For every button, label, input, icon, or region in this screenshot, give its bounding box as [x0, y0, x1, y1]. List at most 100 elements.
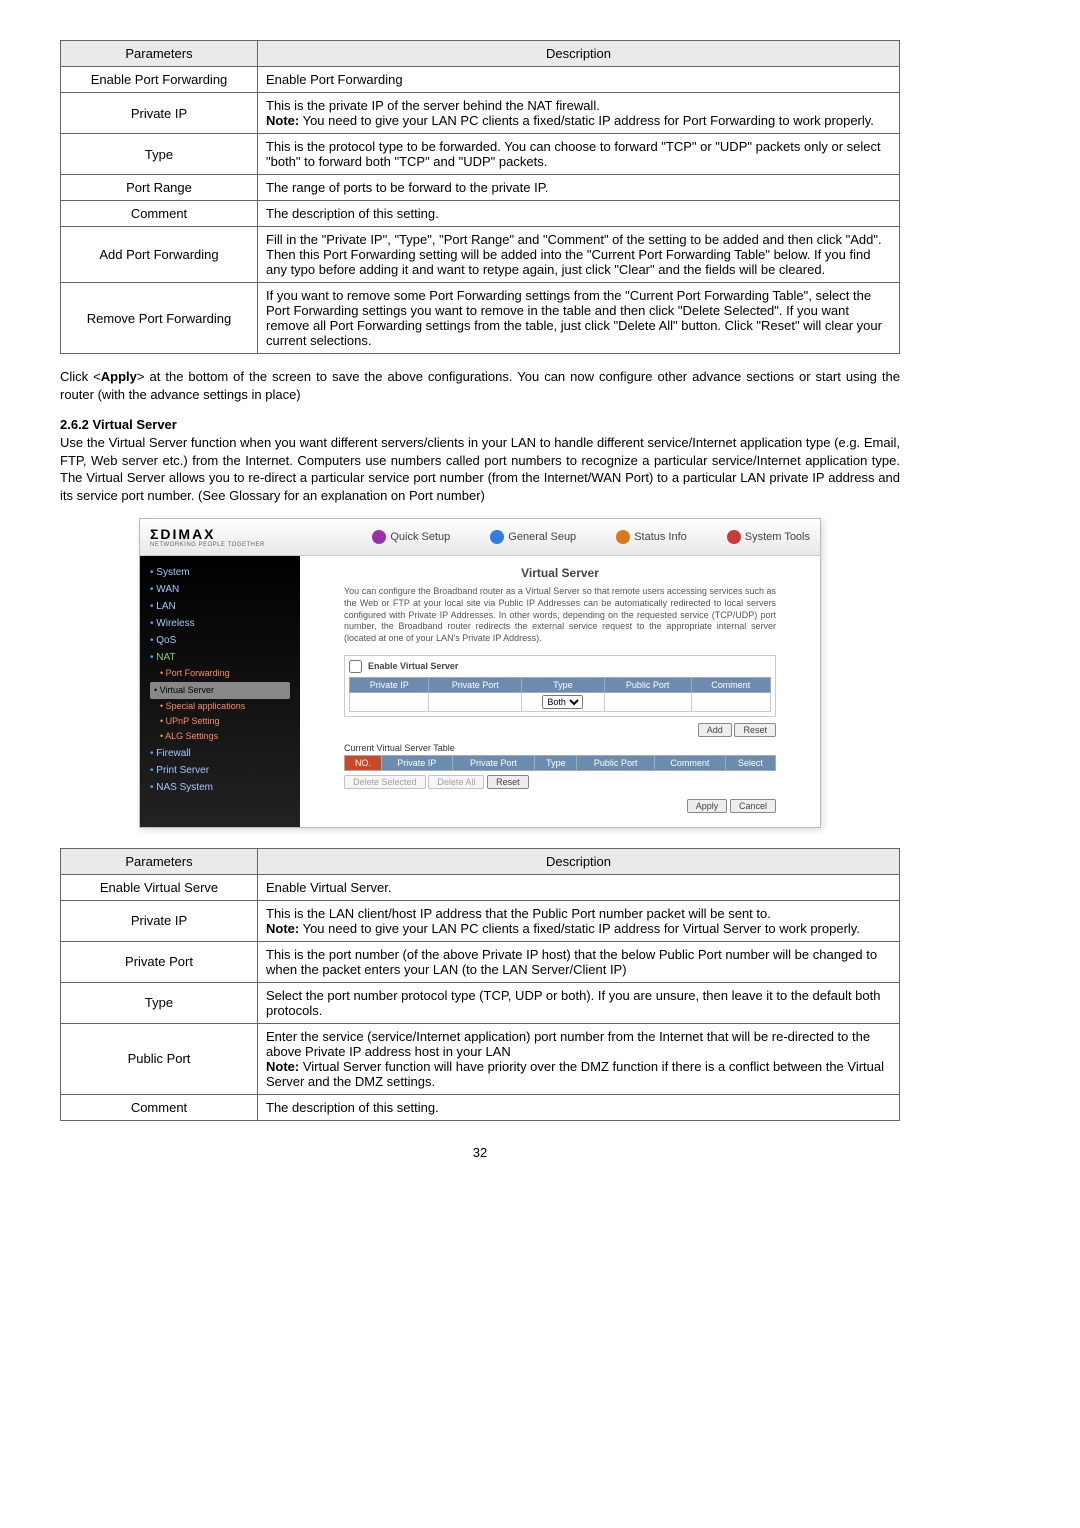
col-header: Private IP	[350, 677, 429, 692]
param-cell: Private Port	[61, 941, 258, 982]
input-private-port[interactable]	[429, 692, 522, 711]
enable-block: Enable Virtual Server Private IPPrivate …	[344, 655, 776, 717]
param-cell: Enable Port Forwarding	[61, 67, 258, 93]
router-ui-screenshot: ΣDIMAX NETWORKING PEOPLE TOGETHER Quick …	[139, 518, 821, 827]
desc-cell: This is the port number (of the above Pr…	[258, 941, 900, 982]
sidebar-subitem[interactable]: • Virtual Server	[150, 682, 290, 699]
add-button[interactable]: Add	[698, 723, 732, 737]
input-private-ip[interactable]	[350, 692, 429, 711]
input-comment[interactable]	[691, 692, 770, 711]
desc-cell: The description of this setting.	[258, 201, 900, 227]
col-header: Comment	[691, 677, 770, 692]
tab-icon	[727, 530, 741, 544]
col-header: Type	[535, 755, 577, 770]
router-main-panel: Virtual Server You can configure the Bro…	[300, 556, 820, 826]
col-header: NO.	[345, 755, 382, 770]
sidebar-item[interactable]: WAN	[150, 581, 290, 598]
router-logo-sub: NETWORKING PEOPLE TOGETHER	[150, 542, 265, 548]
param-cell: Remove Port Forwarding	[61, 283, 258, 354]
desc-cell: Enter the service (service/Internet appl…	[258, 1023, 900, 1094]
sidebar-item[interactable]: Firewall	[150, 745, 290, 762]
tab-label: Quick Setup	[390, 531, 450, 543]
router-logo: ΣDIMAX	[150, 526, 265, 542]
col-header: Private Port	[452, 755, 535, 770]
reset-button[interactable]: Reset	[734, 723, 776, 737]
param-cell: Port Range	[61, 175, 258, 201]
tab-icon	[616, 530, 630, 544]
desc-cell: Fill in the "Private IP", "Type", "Port …	[258, 227, 900, 283]
desc-cell: If you want to remove some Port Forwardi…	[258, 283, 900, 354]
desc-cell: The range of ports to be forward to the …	[258, 175, 900, 201]
delete-selected-button[interactable]: Delete Selected	[344, 775, 426, 789]
col-header: Comment	[654, 755, 725, 770]
current-table-title: Current Virtual Server Table	[344, 743, 776, 753]
col-header: Type	[522, 677, 605, 692]
param-cell: Comment	[61, 201, 258, 227]
type-select[interactable]: Both	[542, 695, 583, 709]
th-parameters: Parameters	[61, 41, 258, 67]
apply-text-tail: at the bottom of the screen to save the …	[60, 369, 900, 402]
new-entry-table: Private IPPrivate PortTypePublic PortCom…	[349, 677, 771, 712]
cancel-button[interactable]: Cancel	[730, 799, 776, 813]
param-cell: Add Port Forwarding	[61, 227, 258, 283]
enable-virtual-server-label: Enable Virtual Server	[368, 661, 458, 671]
desc-cell: The description of this setting.	[258, 1094, 900, 1120]
tab-label: Status Info	[634, 531, 687, 543]
tab-icon	[490, 530, 504, 544]
sidebar-subitem[interactable]: • UPnP Setting	[150, 714, 290, 729]
page-number: 32	[60, 1145, 900, 1160]
sidebar-item[interactable]: NAS System	[150, 779, 290, 796]
sidebar-item[interactable]: Wireless	[150, 615, 290, 632]
param-cell: Private IP	[61, 900, 258, 941]
router-tab[interactable]: Quick Setup	[372, 530, 450, 544]
th-description-2: Description	[258, 848, 900, 874]
sidebar-subitem[interactable]: • ALG Settings	[150, 729, 290, 744]
router-tab[interactable]: Status Info	[616, 530, 687, 544]
desc-cell: Enable Port Forwarding	[258, 67, 900, 93]
apply-button[interactable]: Apply	[687, 799, 728, 813]
param-cell: Private IP	[61, 93, 258, 134]
sidebar-item[interactable]: LAN	[150, 598, 290, 615]
input-public-port[interactable]	[604, 692, 691, 711]
desc-cell: Enable Virtual Server.	[258, 874, 900, 900]
desc-cell: This is the LAN client/host IP address t…	[258, 900, 900, 941]
param-cell: Comment	[61, 1094, 258, 1120]
col-header: Private Port	[429, 677, 522, 692]
enable-virtual-server-checkbox[interactable]	[349, 660, 362, 673]
param-cell: Type	[61, 134, 258, 175]
router-tabs: Quick Setup General Seup Status Info System…	[372, 530, 810, 544]
col-header: Select	[725, 755, 775, 770]
tab-icon	[372, 530, 386, 544]
router-tab[interactable]: General Seup	[490, 530, 576, 544]
desc-cell: This is the protocol type to be forwarde…	[258, 134, 900, 175]
param-cell: Type	[61, 982, 258, 1023]
desc-cell: Select the port number protocol type (TC…	[258, 982, 900, 1023]
col-header: Public Port	[577, 755, 655, 770]
sidebar-item[interactable]: System	[150, 564, 290, 581]
param-cell: Enable Virtual Serve	[61, 874, 258, 900]
th-parameters-2: Parameters	[61, 848, 258, 874]
sidebar-item[interactable]: QoS	[150, 632, 290, 649]
input-type[interactable]: Both	[522, 692, 605, 711]
router-topbar: ΣDIMAX NETWORKING PEOPLE TOGETHER Quick …	[140, 519, 820, 556]
param-cell: Public Port	[61, 1023, 258, 1094]
reset-button-2[interactable]: Reset	[487, 775, 529, 789]
sidebar-item[interactable]: Print Server	[150, 762, 290, 779]
sidebar-subitem[interactable]: • Special applications	[150, 699, 290, 714]
panel-desc: You can configure the Broadband router a…	[344, 586, 776, 644]
parameters-table-1: Parameters Description Enable Port Forwa…	[60, 40, 900, 354]
router-sidebar: SystemWANLANWirelessQoSNAT• Port Forward…	[140, 556, 300, 826]
router-tab[interactable]: System Tools	[727, 530, 810, 544]
panel-title: Virtual Server	[314, 566, 806, 580]
current-table: NO.Private IPPrivate PortTypePublic Port…	[344, 755, 776, 771]
section-body: Use the Virtual Server function when you…	[60, 434, 900, 504]
col-header: Private IP	[381, 755, 452, 770]
delete-all-button[interactable]: Delete All	[428, 775, 484, 789]
col-header: Public Port	[604, 677, 691, 692]
sidebar-subitem[interactable]: • Port Forwarding	[150, 666, 290, 681]
desc-cell: This is the private IP of the server beh…	[258, 93, 900, 134]
tab-label: General Seup	[508, 531, 576, 543]
sidebar-item[interactable]: NAT	[150, 649, 290, 666]
th-description: Description	[258, 41, 900, 67]
section-header: 2.6.2 Virtual Server	[60, 417, 900, 432]
